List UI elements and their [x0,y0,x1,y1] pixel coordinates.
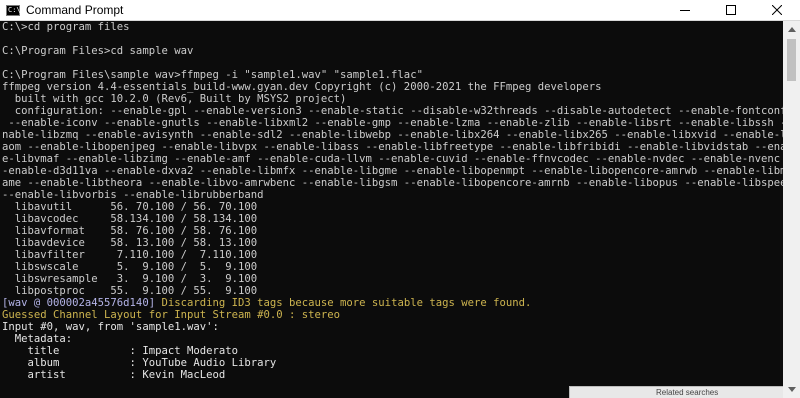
scroll-thumb[interactable] [787,39,796,81]
console-line: album : YouTube Audio Library [2,357,277,369]
console-line: --enable-libvorbis --enable-librubberban… [2,189,264,201]
console-line: libswscale 5. 9.100 / 5. 9.100 [2,261,258,273]
console-line: C:\Program Files\sample wav>ffmpeg -i "s… [2,69,423,81]
notification-popup[interactable]: Related searches [569,386,783,398]
console-line: C:\>cd program files [2,21,130,33]
maximize-icon [726,5,736,15]
console-line: Guessed Channel Layout for Input Stream … [2,309,341,321]
close-button[interactable] [754,0,800,21]
chevron-up-icon [787,27,796,32]
command-prompt-icon: C:\ [6,4,21,16]
console-line: ffmpeg version 4.4-essentials_build-www.… [2,81,602,93]
console-line: libavutil 56. 70.100 / 56. 70.100 [2,201,258,213]
vertical-scrollbar[interactable] [783,21,800,398]
console-line: e-libvmaf --enable-libzimg --enable-amf … [2,153,783,165]
console-line: title : Impact Moderato [2,345,239,357]
maximize-button[interactable] [708,0,754,21]
close-icon [772,5,782,15]
console-line: built with gcc 10.2.0 (Rev6, Built by MS… [2,93,347,105]
log-prefix: [wav @ 000002a45576d140] [2,297,156,309]
console-line: C:\Program Files>cd sample wav [2,45,194,57]
console-line: libavfilter 7.110.100 / 7.110.100 [2,249,258,261]
title-bar[interactable]: C:\ Command Prompt [0,0,800,21]
console-line: Input #0, wav, from 'sample1.wav': [2,321,219,333]
console-line: libpostproc 55. 9.100 / 55. 9.100 [2,285,258,297]
console-line: -enable-d3d11va --enable-dxva2 --enable-… [2,165,783,177]
console-line: --enable-iconv --enable-gnutls --enable-… [2,117,783,129]
console-line: ame --enable-libtheora --enable-libvo-am… [2,177,783,189]
console-line: libavcodec 58.134.100 / 58.134.100 [2,213,258,225]
scroll-up-button[interactable] [783,21,800,38]
console-line: configuration: --enable-gpl --enable-ver… [2,105,783,117]
scroll-down-button[interactable] [783,381,800,398]
console-line: [wav @ 000002a45576d140] Discarding ID3 … [2,297,532,309]
minimize-button[interactable] [662,0,708,21]
console-line: aom --enable-libopenjpeg --enable-libvpx… [2,141,783,153]
console-line: libswresample 3. 9.100 / 3. 9.100 [2,273,258,285]
console-output[interactable]: C:\>cd program files C:\Program Files>cd … [0,21,783,398]
console-line: artist : Kevin MacLeod [2,369,226,381]
console-line: nable-libzmq --enable-avisynth --enable-… [2,129,783,141]
console-line: libavdevice 58. 13.100 / 58. 13.100 [2,237,258,249]
window-title: Command Prompt [26,3,124,17]
minimize-icon [680,10,690,11]
chevron-down-icon [787,387,796,392]
console-line: Metadata: [2,333,73,345]
console-line: libavformat 58. 76.100 / 58. 76.100 [2,225,258,237]
